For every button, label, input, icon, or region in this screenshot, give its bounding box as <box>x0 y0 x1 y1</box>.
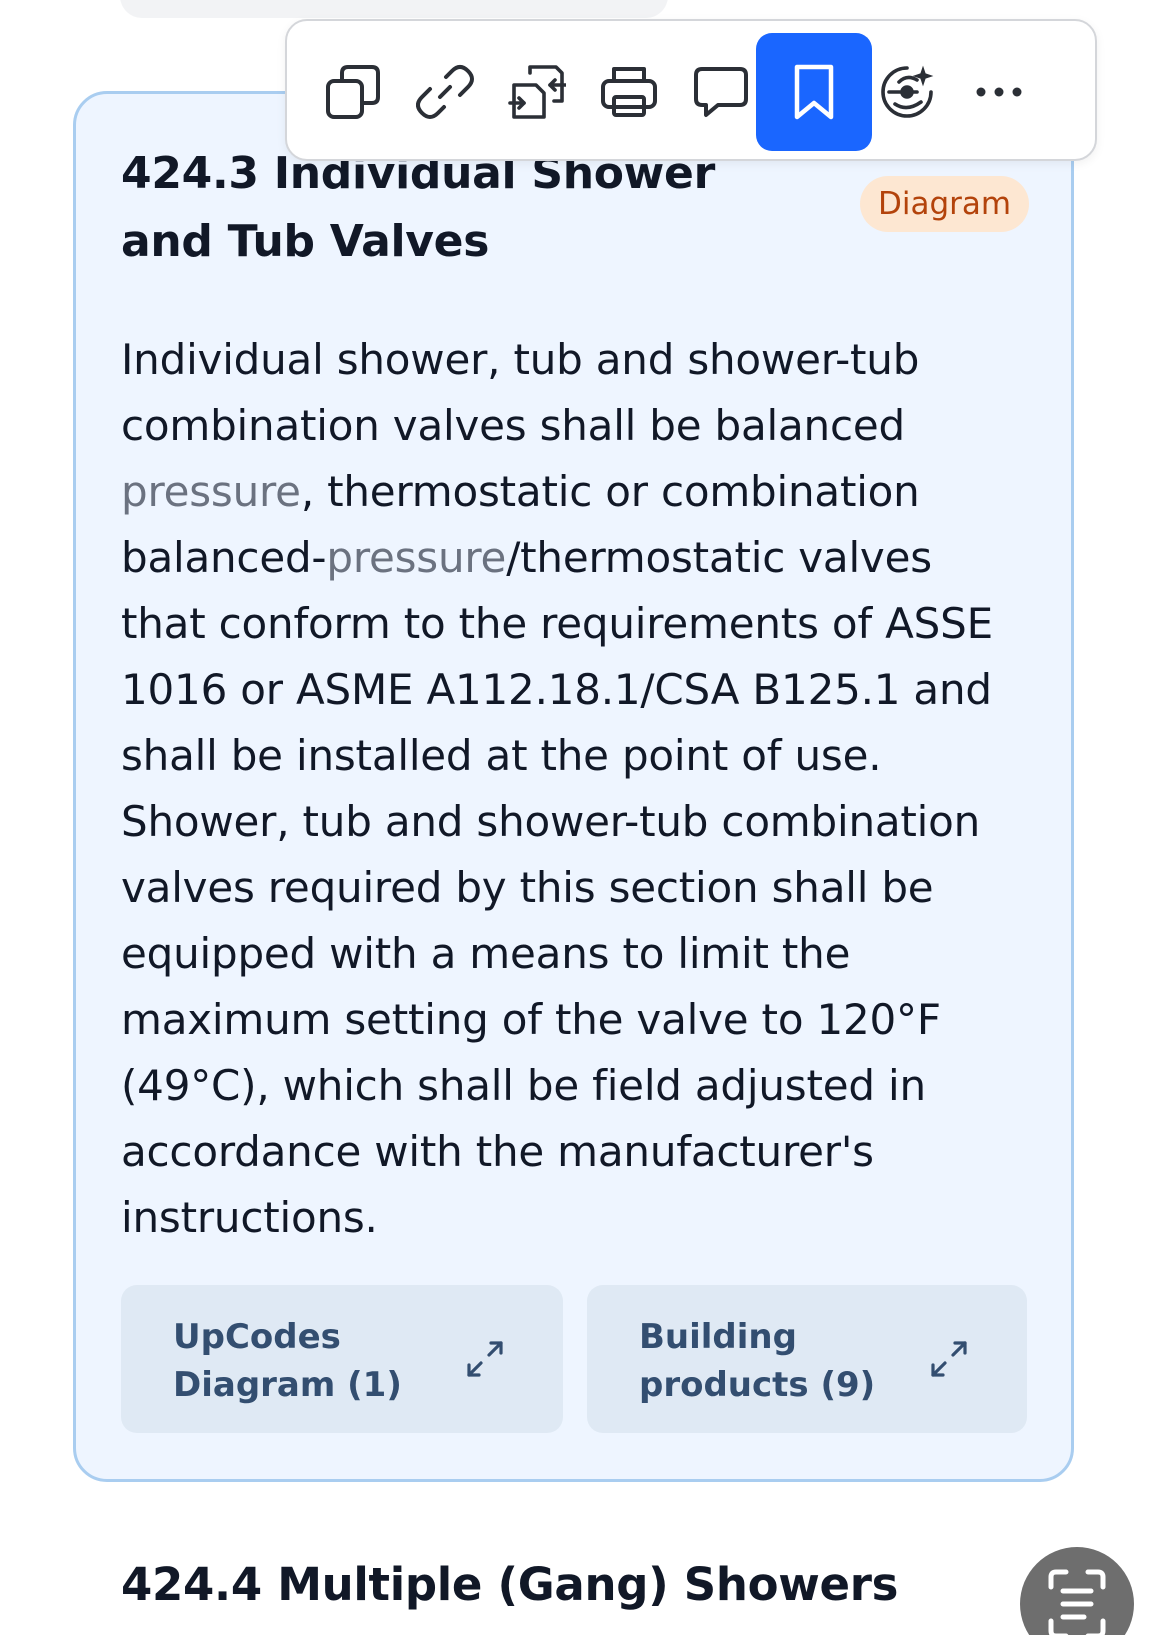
body-text-part: Individual shower, tub and shower-tub co… <box>121 335 920 450</box>
expand-icon <box>931 1341 967 1377</box>
upcodes-diagram-button[interactable]: UpCodes Diagram (1) <box>121 1285 563 1433</box>
comment-icon <box>694 67 748 117</box>
scan-text-icon <box>1048 1569 1106 1635</box>
copy-icon <box>326 65 380 119</box>
expand-icon <box>467 1341 503 1377</box>
more-icon <box>976 87 1022 97</box>
scan-text-button[interactable] <box>1020 1547 1134 1635</box>
term-link-pressure[interactable]: pressure <box>326 533 506 582</box>
print-icon <box>601 67 657 117</box>
next-section-title: 424.4 Multiple (Gang) Showers <box>121 1558 899 1611</box>
section-body: Individual shower, tub and shower-tub co… <box>121 327 1021 1251</box>
compare-icon <box>508 65 566 119</box>
ai-assistant-icon <box>881 65 934 118</box>
resource-label: UpCodes Diagram (1) <box>173 1317 402 1405</box>
diagram-badge[interactable]: Diagram <box>860 176 1030 232</box>
previous-card-edge <box>120 0 668 18</box>
more-button[interactable] <box>941 33 1057 151</box>
bookmark-icon <box>794 64 834 120</box>
body-text-part: /thermostatic valves that conform to the… <box>121 533 993 1242</box>
selection-toolbar <box>285 19 1097 161</box>
link-icon <box>416 65 474 119</box>
building-products-button[interactable]: Building products (9) <box>587 1285 1027 1433</box>
page: 424.3 Individual Shower and Tub Valves D… <box>0 0 1170 1635</box>
resource-label: Building products (9) <box>639 1317 876 1405</box>
term-link-pressure[interactable]: pressure <box>121 467 301 516</box>
